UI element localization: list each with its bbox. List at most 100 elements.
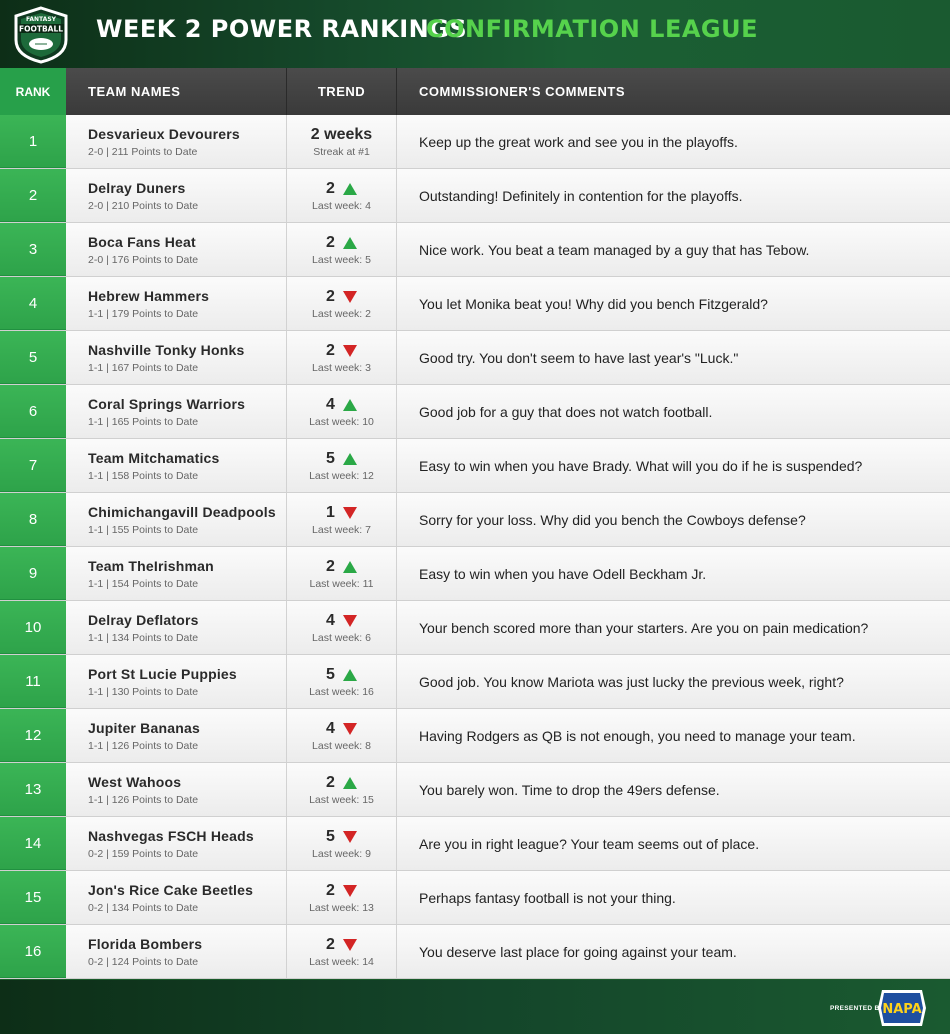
trend-cell: 5 Last week: 16 [287,655,397,708]
header: FANTASY FOOTBALL WEEK 2 POWER RANKINGS C… [0,0,950,68]
comment-cell: Good job. You know Mariota was just luck… [397,655,950,708]
team-record: 1-1 | 130 Points to Date [88,685,199,698]
trend-value: 2 [326,773,335,791]
table-row: 3 Boca Fans Heat 2-0 | 176 Points to Dat… [0,223,950,277]
trend-value: 2 [326,341,335,359]
trend-detail: Last week: 5 [312,253,371,266]
team-record: 1-1 | 179 Points to Date [88,307,199,320]
trend-detail: Last week: 7 [312,523,371,536]
comment-cell: Your bench scored more than your starter… [397,601,950,654]
team-record: 1-1 | 126 Points to Date [88,793,199,806]
trend-down-arrow-icon [342,722,357,735]
trend-value-group: 2 [326,882,357,900]
table-body: 1 Desvarieux Devourers 2-0 | 211 Points … [0,115,950,979]
table-row: 9 Team TheIrishman 1-1 | 154 Points to D… [0,547,950,601]
trend-detail: Last week: 13 [309,901,374,914]
team-cell: Boca Fans Heat 2-0 | 176 Points to Date [66,223,287,276]
rank-cell: 15 [0,871,66,924]
trend-cell: 5 Last week: 12 [287,439,397,492]
team-name: Team Mitchamatics [88,449,220,466]
trend-down-arrow-icon [342,830,357,843]
trend-value: 2 weeks [310,125,373,143]
trend-cell: 2 Last week: 13 [287,871,397,924]
table-row: 2 Delray Duners 2-0 | 210 Points to Date… [0,169,950,223]
rank-cell: 14 [0,817,66,870]
team-name: Jon's Rice Cake Beetles [88,881,254,898]
trend-value-group: 2 [326,774,357,792]
trend-up-arrow-icon [342,398,357,411]
team-name: Desvarieux Devourers [88,125,240,142]
team-cell: Hebrew Hammers 1-1 | 179 Points to Date [66,277,287,330]
team-record: 1-1 | 158 Points to Date [88,469,199,482]
team-name: West Wahoos [88,773,182,790]
trend-value-group: 4 [326,612,357,630]
page-title: WEEK 2 POWER RANKINGS [96,15,468,43]
team-name: Delray Duners [88,179,186,196]
table-row: 13 West Wahoos 1-1 | 126 Points to Date … [0,763,950,817]
rank-cell: 3 [0,223,66,276]
team-name: Boca Fans Heat [88,233,196,250]
column-header-team: TEAM NAMES [66,68,287,115]
team-name: Chimichangavill Deadpools [88,503,276,520]
trend-up-arrow-icon [342,236,357,249]
comment-cell: Having Rodgers as QB is not enough, you … [397,709,950,762]
trend-value-group: 5 [326,828,357,846]
trend-value: 4 [326,611,335,629]
trend-up-arrow-icon [342,776,357,789]
table-row: 10 Delray Deflators 1-1 | 134 Points to … [0,601,950,655]
team-record: 2-0 | 211 Points to Date [88,145,198,158]
team-cell: Team TheIrishman 1-1 | 154 Points to Dat… [66,547,287,600]
trend-cell: 2 Last week: 2 [287,277,397,330]
svg-text:FANTASY: FANTASY [26,16,57,23]
trend-detail: Last week: 15 [309,793,374,806]
team-cell: Jon's Rice Cake Beetles 0-2 | 134 Points… [66,871,287,924]
trend-cell: 1 Last week: 7 [287,493,397,546]
rank-cell: 4 [0,277,66,330]
team-name: Coral Springs Warriors [88,395,246,412]
team-name: Nashvegas FSCH Heads [88,827,254,844]
rank-cell: 11 [0,655,66,708]
trend-cell: 4 Last week: 6 [287,601,397,654]
table-row: 16 Florida Bombers 0-2 | 124 Points to D… [0,925,950,979]
trend-value-group: 4 [326,396,357,414]
comment-cell: Are you in right league? Your team seems… [397,817,950,870]
comment-cell: You barely won. Time to drop the 49ers d… [397,763,950,816]
team-name: Nashville Tonky Honks [88,341,245,358]
team-record: 1-1 | 126 Points to Date [88,739,199,752]
trend-detail: Last week: 8 [312,739,371,752]
rank-cell: 8 [0,493,66,546]
trend-value-group: 2 [326,288,357,306]
trend-detail: Streak at #1 [313,145,370,158]
trend-detail: Last week: 11 [309,577,374,590]
team-name: Jupiter Bananas [88,719,200,736]
trend-value: 5 [326,449,335,467]
team-name: Team TheIrishman [88,557,214,574]
trend-cell: 2 Last week: 3 [287,331,397,384]
fantasy-football-logo: FANTASY FOOTBALL [14,6,68,64]
trend-value-group: 2 [326,234,357,252]
rank-cell: 6 [0,385,66,438]
trend-detail: Last week: 14 [309,955,374,968]
team-cell: Delray Deflators 1-1 | 134 Points to Dat… [66,601,287,654]
trend-detail: Last week: 6 [312,631,371,644]
table-row: 5 Nashville Tonky Honks 1-1 | 167 Points… [0,331,950,385]
rank-cell: 7 [0,439,66,492]
comment-cell: You let Monika beat you! Why did you ben… [397,277,950,330]
trend-detail: Last week: 16 [309,685,374,698]
table-row: 12 Jupiter Bananas 1-1 | 126 Points to D… [0,709,950,763]
trend-value: 2 [326,881,335,899]
trend-up-arrow-icon [342,182,357,195]
trend-value-group: 2 weeks [311,126,372,144]
team-cell: Jupiter Bananas 1-1 | 126 Points to Date [66,709,287,762]
team-record: 1-1 | 154 Points to Date [88,577,199,590]
table-row: 11 Port St Lucie Puppies 1-1 | 130 Point… [0,655,950,709]
trend-cell: 2 Last week: 15 [287,763,397,816]
team-record: 0-2 | 124 Points to Date [88,955,199,968]
team-record: 2-0 | 210 Points to Date [88,199,199,212]
team-cell: Nashville Tonky Honks 1-1 | 167 Points t… [66,331,287,384]
table-row: 14 Nashvegas FSCH Heads 0-2 | 159 Points… [0,817,950,871]
trend-cell: 2 Last week: 11 [287,547,397,600]
column-header-trend: TREND [287,68,397,115]
team-cell: Delray Duners 2-0 | 210 Points to Date [66,169,287,222]
rank-cell: 5 [0,331,66,384]
